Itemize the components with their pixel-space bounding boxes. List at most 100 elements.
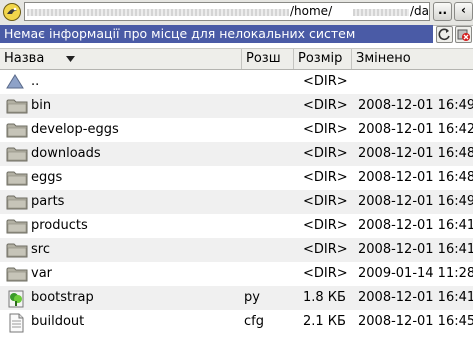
folder-icon bbox=[6, 241, 28, 262]
file-name: src bbox=[31, 242, 50, 257]
file-row-icon-cell bbox=[6, 70, 28, 94]
file-modified: 2008-12-01 16:49 bbox=[358, 98, 473, 113]
file-extension bbox=[244, 262, 294, 286]
column-size-label: Розмір bbox=[298, 51, 343, 66]
file-extension: cfg bbox=[244, 314, 264, 329]
text-file-icon bbox=[6, 313, 26, 334]
file-extension bbox=[244, 142, 294, 166]
column-modified-label: Змінено bbox=[356, 51, 411, 66]
redacted-path-segment bbox=[27, 9, 289, 16]
file-name: bin bbox=[31, 98, 52, 113]
file-size: 2.1 КБ bbox=[303, 314, 346, 329]
file-row[interactable]: src <DIR> 2008-12-01 16:41 bbox=[0, 238, 473, 262]
file-row-icon-cell bbox=[6, 94, 28, 118]
file-size: <DIR> bbox=[303, 266, 348, 281]
file-row[interactable]: downloads <DIR> 2008-12-01 16:48 bbox=[0, 142, 473, 166]
file-extension bbox=[244, 238, 294, 262]
path-prefix: /home/ bbox=[290, 4, 333, 18]
file-modified bbox=[358, 70, 473, 94]
column-modified-header[interactable]: Змінено bbox=[352, 49, 473, 69]
refresh-icon bbox=[438, 28, 450, 41]
folder-icon bbox=[6, 145, 28, 166]
file-size: <DIR> bbox=[303, 146, 348, 161]
sort-descending-icon bbox=[66, 56, 75, 62]
parent-dir-button[interactable]: .. bbox=[433, 2, 452, 21]
file-row[interactable]: products <DIR> 2008-12-01 16:41 bbox=[0, 214, 473, 238]
file-extension bbox=[244, 94, 294, 118]
path-input[interactable]: /home/ /data1 bbox=[24, 2, 430, 21]
file-row[interactable]: parts <DIR> 2008-12-01 16:49 bbox=[0, 190, 473, 214]
stop-button[interactable] bbox=[455, 26, 472, 43]
file-name: develop-eggs bbox=[31, 122, 119, 137]
file-name: buildout bbox=[31, 314, 85, 329]
file-size: <DIR> bbox=[303, 122, 348, 137]
file-row-icon-cell bbox=[6, 166, 28, 190]
file-size: 1.8 КБ bbox=[303, 290, 346, 305]
file-extension bbox=[244, 190, 294, 214]
app-logo-icon bbox=[3, 3, 21, 21]
stop-icon bbox=[457, 29, 470, 41]
history-button[interactable]: ‹ bbox=[454, 2, 473, 21]
file-row[interactable]: develop-eggs <DIR> 2008-12-01 16:42 bbox=[0, 118, 473, 142]
file-row-icon-cell bbox=[6, 310, 28, 334]
file-row-icon-cell bbox=[6, 238, 28, 262]
folder-icon bbox=[6, 169, 28, 190]
file-extension bbox=[244, 118, 294, 142]
file-modified: 2008-12-01 16:49 bbox=[358, 194, 473, 209]
column-ext-label: Розш bbox=[246, 51, 281, 66]
path-suffix: /data1 bbox=[410, 4, 430, 18]
file-name: products bbox=[31, 218, 88, 233]
file-modified: 2009-01-14 11:28 bbox=[358, 266, 473, 281]
column-size-header[interactable]: Розмір bbox=[294, 49, 352, 69]
file-name: eggs bbox=[31, 170, 63, 185]
status-message: Немає інформації про місце для нелокальн… bbox=[0, 25, 433, 43]
file-modified: 2008-12-01 16:45 bbox=[358, 314, 473, 329]
column-header: Назва Розш Розмір Змінено bbox=[0, 48, 473, 70]
file-row[interactable]: .. <DIR> bbox=[0, 70, 473, 94]
file-size: <DIR> bbox=[303, 242, 348, 257]
file-extension bbox=[244, 166, 294, 190]
file-size: <DIR> bbox=[303, 170, 348, 185]
file-modified: 2008-12-01 16:48 bbox=[358, 146, 473, 161]
refresh-button[interactable] bbox=[436, 26, 453, 43]
file-extension bbox=[244, 214, 294, 238]
up-arrow-icon bbox=[6, 73, 24, 94]
file-row-icon-cell bbox=[6, 214, 28, 238]
file-name: var bbox=[31, 266, 53, 281]
file-row[interactable]: bootstrap py 1.8 КБ 2008-12-01 16:41 bbox=[0, 286, 473, 310]
folder-icon bbox=[6, 121, 28, 142]
file-row[interactable]: buildout cfg 2.1 КБ 2008-12-01 16:45 bbox=[0, 310, 473, 334]
file-row[interactable]: bin <DIR> 2008-12-01 16:49 bbox=[0, 94, 473, 118]
file-size: <DIR> bbox=[303, 218, 348, 233]
file-extension: py bbox=[244, 290, 260, 305]
file-size: <DIR> bbox=[303, 194, 348, 209]
file-modified: 2008-12-01 16:41 bbox=[358, 290, 473, 305]
python-file-icon bbox=[6, 289, 26, 310]
file-name: bootstrap bbox=[31, 290, 94, 305]
folder-icon bbox=[6, 265, 28, 286]
folder-icon bbox=[6, 97, 28, 118]
file-name: downloads bbox=[31, 146, 101, 161]
file-modified: 2008-12-01 16:42 bbox=[358, 122, 473, 137]
file-size: <DIR> bbox=[303, 98, 348, 113]
file-name: parts bbox=[31, 194, 65, 209]
file-extension bbox=[244, 70, 294, 94]
file-row-icon-cell bbox=[6, 286, 28, 310]
column-ext-header[interactable]: Розш bbox=[242, 49, 294, 69]
column-name-label: Назва bbox=[4, 51, 45, 66]
file-size: <DIR> bbox=[303, 74, 348, 89]
folder-icon bbox=[6, 193, 28, 214]
file-name: .. bbox=[31, 74, 40, 89]
file-row-icon-cell bbox=[6, 262, 28, 286]
file-modified: 2008-12-01 16:48 bbox=[358, 170, 473, 185]
file-row-icon-cell bbox=[6, 190, 28, 214]
file-list: .. <DIR> bin <DIR> 2008-12-01 16:49 develop-e… bbox=[0, 70, 473, 338]
file-modified: 2008-12-01 16:41 bbox=[358, 218, 473, 233]
file-row-icon-cell bbox=[6, 118, 28, 142]
column-name-header[interactable]: Назва bbox=[0, 49, 242, 69]
path-toolbar: /home/ /data1 .. ‹ bbox=[0, 0, 473, 26]
file-row[interactable]: eggs <DIR> 2008-12-01 16:48 bbox=[0, 166, 473, 190]
folder-icon bbox=[6, 217, 28, 238]
file-row-icon-cell bbox=[6, 142, 28, 166]
file-row[interactable]: var <DIR> 2009-01-14 11:28 bbox=[0, 262, 473, 286]
